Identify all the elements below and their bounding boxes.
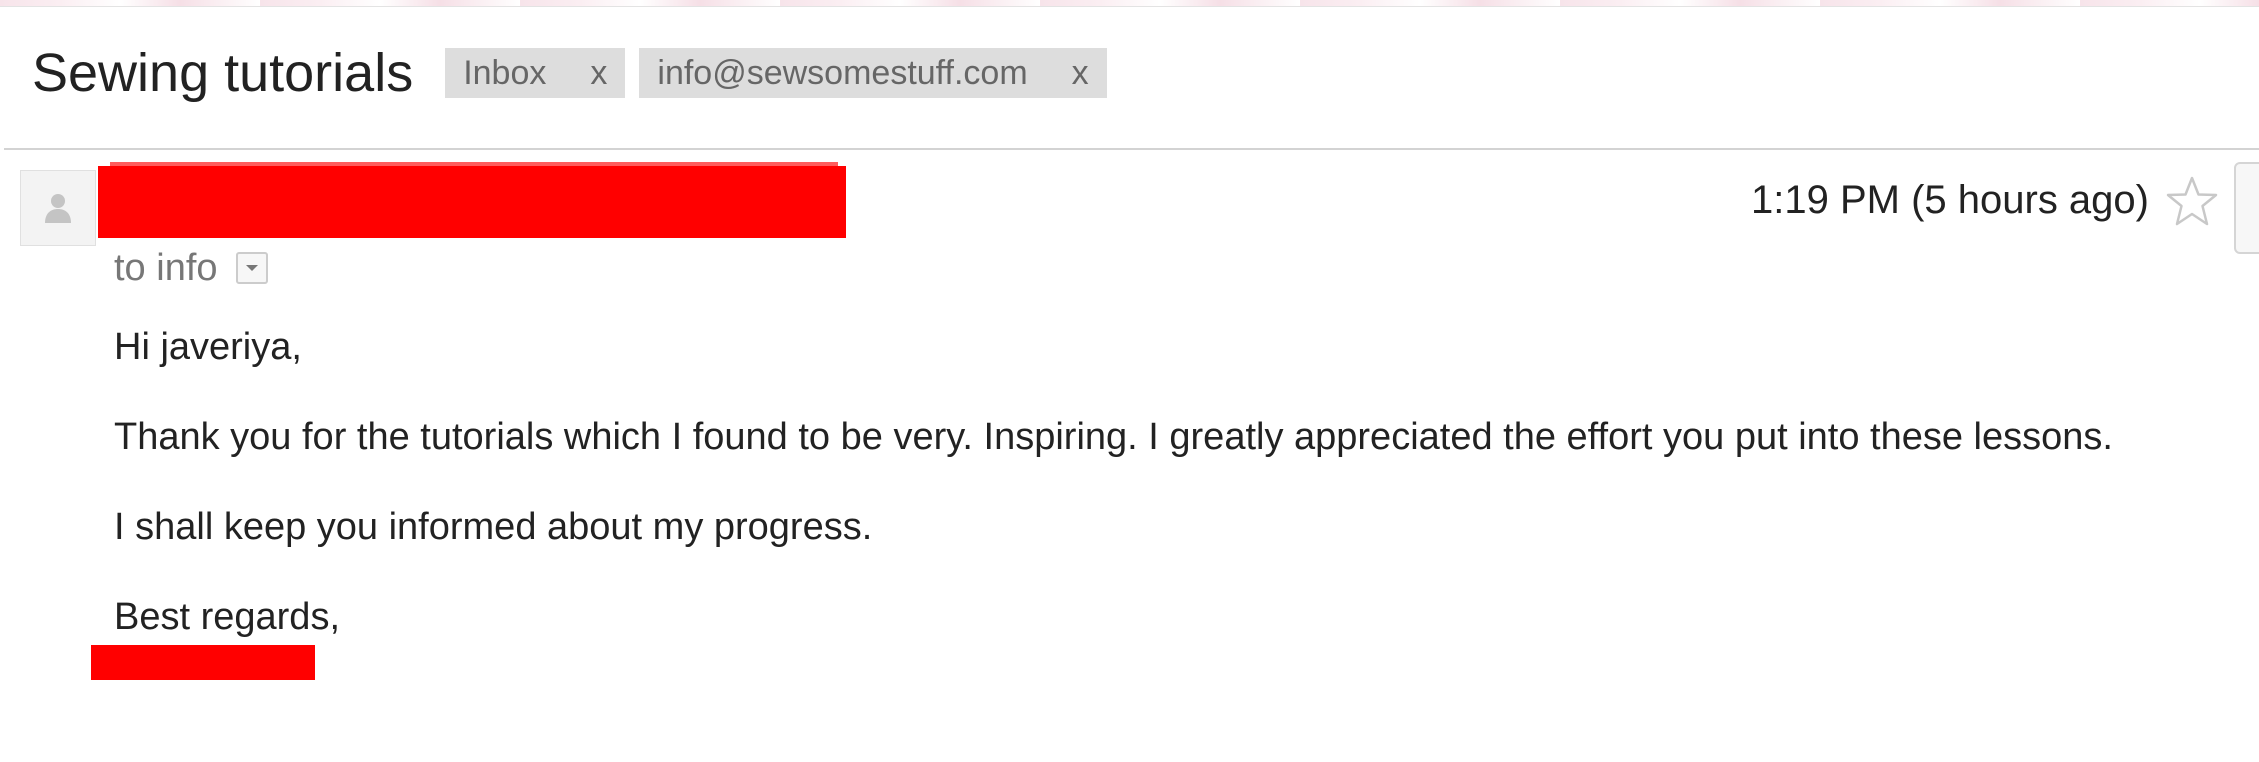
star-icon[interactable]	[2164, 174, 2220, 230]
person-icon	[45, 194, 71, 223]
thread-header: Sewing tutorials Inbox x info@sewsomestu…	[32, 38, 1121, 108]
show-details-button[interactable]	[235, 252, 268, 284]
label-chip-name: info@sewsomestuff.com	[657, 53, 1028, 92]
remove-label-inbox-button[interactable]: x	[590, 54, 607, 93]
reply-button[interactable]	[2234, 162, 2259, 254]
label-chip-inbox[interactable]: Inbox x	[445, 48, 626, 98]
top-border-strip	[0, 0, 2259, 7]
recipient-text: to info	[114, 246, 218, 289]
body-paragraph-thanks: Thank you for the tutorials which I foun…	[114, 416, 2113, 458]
signature-redacted	[91, 645, 315, 680]
label-chip-info-address[interactable]: info@sewsomestuff.com x	[639, 48, 1107, 98]
thread-subject: Sewing tutorials	[32, 43, 414, 103]
body-greeting: Hi javeriya,	[114, 326, 302, 368]
remove-label-info-address-button[interactable]: x	[1072, 54, 1089, 93]
dropdown-arrow-icon	[245, 265, 258, 271]
sender-avatar[interactable]	[20, 170, 96, 246]
sender-name-redacted	[98, 166, 846, 238]
header-divider	[4, 148, 2259, 150]
recipient-line: to info	[114, 244, 268, 292]
message-timestamp: 1:19 PM (5 hours ago)	[1751, 178, 2149, 222]
body-paragraph-progress: I shall keep you informed about my progr…	[114, 506, 873, 548]
label-chip-name: Inbox	[463, 53, 547, 92]
body-closing: Best regards,	[114, 596, 340, 638]
